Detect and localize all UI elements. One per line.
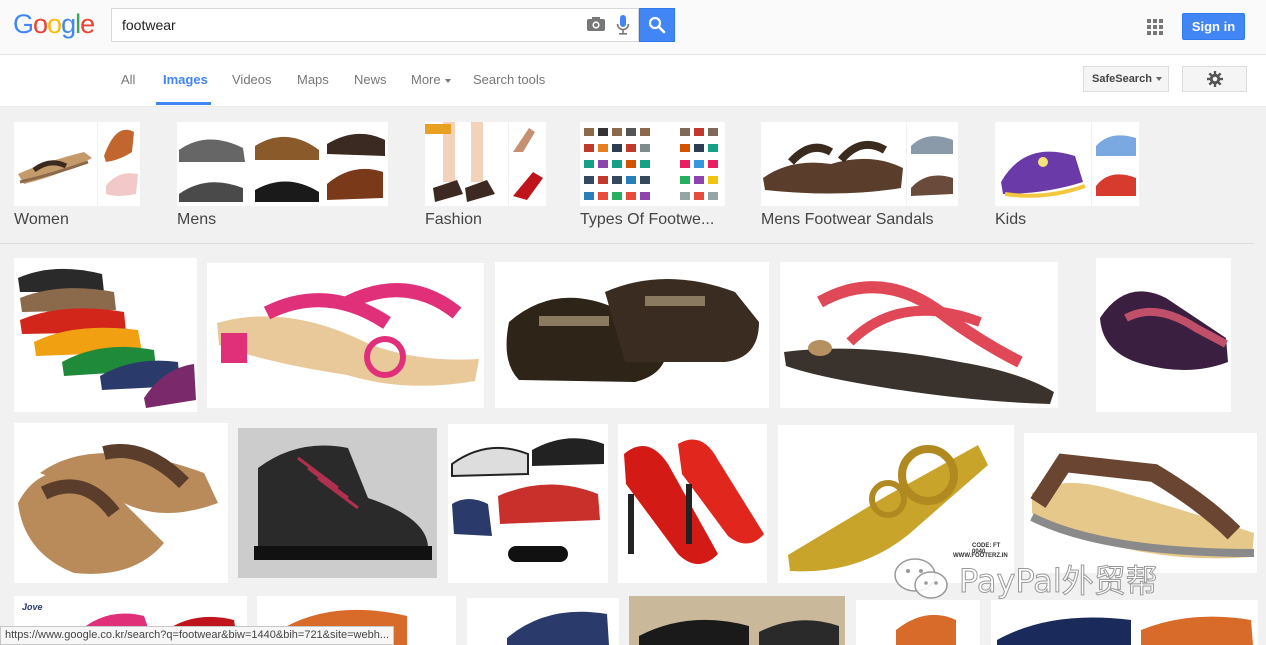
tab-maps[interactable]: Maps: [297, 72, 329, 87]
microphone-icon[interactable]: [616, 15, 630, 35]
search-tabs-bar: All Images Videos Maps News More Search …: [0, 55, 1266, 107]
related-label: Kids: [995, 211, 1027, 228]
result-image[interactable]: [1024, 433, 1257, 573]
gear-icon: [1207, 71, 1223, 87]
result-image[interactable]: [14, 423, 228, 583]
ethnic-shoe-image: [1100, 291, 1228, 370]
result-image[interactable]: [495, 262, 769, 408]
tab-more[interactable]: More: [411, 72, 451, 87]
thumbnail-image: [995, 122, 1092, 206]
related-label: Women: [14, 211, 69, 228]
thumbnail-image: [509, 122, 547, 206]
logo-letter: g: [61, 9, 76, 39]
shoe-image: [507, 611, 609, 645]
apps-grid-icon[interactable]: [1147, 19, 1163, 35]
logo-letter: o: [33, 9, 48, 39]
top-header: Google Sign in: [0, 0, 1266, 55]
related-search-women[interactable]: Women: [14, 122, 141, 229]
loafer-image: [506, 279, 759, 382]
search-button[interactable]: [639, 8, 675, 42]
watermark-text: PayPal外贸帮: [959, 562, 1159, 601]
related-label: Mens: [177, 211, 217, 228]
red-heels-image: [624, 439, 764, 564]
related-search-mens[interactable]: Mens: [177, 122, 389, 229]
result-image[interactable]: [238, 428, 437, 578]
result-image[interactable]: [618, 424, 767, 583]
logo-letter: G: [13, 9, 34, 39]
result-image[interactable]: [448, 424, 608, 583]
google-logo[interactable]: Google: [13, 9, 95, 40]
sandal-image: [217, 283, 479, 386]
thumbnail-image: [761, 122, 907, 206]
thumbnail-image: [425, 122, 509, 206]
related-search-types-of-footwear[interactable]: Types Of Footwe...: [580, 122, 726, 229]
search-input[interactable]: [112, 9, 592, 41]
thumbnail-image: [1092, 122, 1140, 206]
safesearch-label: SafeSearch: [1092, 73, 1152, 85]
related-search-mens-footwear-sandals[interactable]: Mens Footwear Sandals: [761, 122, 959, 229]
tab-more-label: More: [411, 72, 441, 87]
logo-letter: o: [47, 9, 62, 39]
tab-all[interactable]: All: [121, 72, 135, 87]
thumbnail-image: [98, 122, 141, 206]
result-image[interactable]: [991, 600, 1258, 645]
logo-letter: e: [80, 9, 95, 39]
shoe-image: [639, 619, 839, 645]
footwear-collage-image: [451, 438, 604, 562]
image-brand-label: Jove: [22, 602, 43, 612]
tab-videos[interactable]: Videos: [232, 72, 272, 87]
related-search-fashion[interactable]: Fashion: [425, 122, 547, 229]
thumbnail-image: [907, 122, 959, 206]
status-bar-url: https://www.google.co.kr/search?q=footwe…: [0, 626, 395, 645]
related-label: Mens Footwear Sandals: [761, 211, 934, 228]
safesearch-dropdown[interactable]: SafeSearch: [1083, 66, 1169, 92]
caret-down-icon: [444, 78, 451, 83]
result-image[interactable]: [780, 262, 1058, 408]
shoe-image: [997, 616, 1253, 645]
tab-search-tools[interactable]: Search tools: [473, 72, 545, 87]
shoe-image: [896, 614, 956, 645]
thumbnail-image: [14, 122, 98, 206]
caret-down-icon: [1155, 77, 1162, 82]
related-search-kids[interactable]: Kids: [995, 122, 1140, 229]
sign-in-button[interactable]: Sign in: [1182, 13, 1245, 40]
result-image[interactable]: [629, 596, 845, 645]
watermark: PayPal外贸帮: [893, 557, 1158, 601]
result-image[interactable]: [14, 258, 197, 412]
camera-icon[interactable]: [587, 17, 605, 31]
result-image[interactable]: [467, 598, 619, 645]
tab-news[interactable]: News: [354, 72, 387, 87]
settings-button[interactable]: [1182, 66, 1247, 92]
related-label: Fashion: [425, 211, 482, 228]
tab-images[interactable]: Images: [163, 72, 208, 87]
result-image[interactable]: [1096, 258, 1231, 412]
search-box: [111, 8, 639, 42]
result-image[interactable]: [207, 263, 484, 408]
section-divider: [0, 243, 1254, 244]
hiking-boot-image: [254, 445, 432, 560]
strap-sandal-image: [784, 281, 1054, 404]
related-label: Types Of Footwe...: [580, 211, 715, 228]
brown-sandal-image: [1030, 453, 1255, 559]
shoe-image: [18, 268, 196, 408]
thumbnail-image: [580, 122, 726, 206]
wechat-icon: [894, 558, 948, 599]
search-icon: [648, 16, 666, 34]
thumbnail-image: [177, 122, 389, 206]
flip-flop-image: [18, 444, 218, 574]
active-tab-indicator: [156, 102, 211, 105]
result-image[interactable]: [856, 600, 980, 645]
